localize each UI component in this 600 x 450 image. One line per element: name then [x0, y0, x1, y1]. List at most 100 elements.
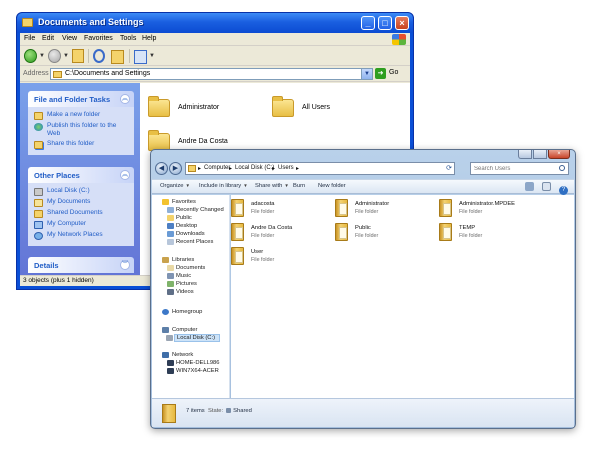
address-input[interactable]: C:\Documents and Settings ▼	[50, 68, 373, 80]
folder-icon	[335, 199, 348, 217]
breadcrumb-separator[interactable]: ▸	[198, 165, 201, 172]
nav-favorites[interactable]: Favorites	[162, 199, 196, 205]
close-button[interactable]: ×	[548, 150, 570, 159]
include-in-library-button[interactable]: Include in library ▼	[199, 183, 248, 189]
help-icon[interactable]: ?	[559, 186, 568, 195]
expand-icon[interactable]: ︾	[120, 260, 130, 270]
task-label: Share this folder	[47, 140, 95, 147]
organize-button[interactable]: Organize ▼	[160, 183, 190, 189]
panel-header[interactable]: File and Folder Tasks ︽	[28, 91, 134, 107]
file-type: File folder	[355, 209, 379, 215]
panel-title: Details	[34, 261, 59, 270]
nav-documents[interactable]: Documents	[167, 265, 205, 271]
chevron-down-icon[interactable]: ▼	[63, 53, 69, 59]
nav-local-disk[interactable]: Local Disk (C:)	[166, 334, 221, 342]
breadcrumb-separator[interactable]: ▸	[296, 165, 299, 172]
nav-computer[interactable]: Computer	[162, 327, 197, 333]
nav-videos[interactable]: Videos	[167, 289, 194, 295]
file-name: Public	[355, 225, 371, 231]
folder-label: All Users	[302, 104, 331, 111]
maximize-button[interactable]: □	[378, 16, 392, 30]
folders-icon[interactable]	[111, 50, 124, 64]
breadcrumb-separator[interactable]: ▸	[229, 165, 232, 172]
nav-music[interactable]: Music	[167, 273, 191, 279]
libraries-icon	[162, 257, 169, 263]
breadcrumb[interactable]: ▸ Computer ▸ Local Disk (C:) ▸ Users ▸ ⟳	[185, 162, 455, 175]
preview-pane-icon[interactable]	[542, 182, 552, 191]
place-local-disk[interactable]: Local Disk (C:)	[34, 187, 130, 198]
go-button[interactable]: ➜ Go	[375, 68, 407, 80]
breadcrumb-separator[interactable]: ▸	[272, 165, 275, 172]
breadcrumb-local-disk[interactable]: Local Disk (C:)	[235, 165, 274, 171]
task-publish-folder[interactable]: Publish this folder to the Web	[34, 122, 130, 140]
menu-file[interactable]: File	[24, 35, 35, 42]
details-pane: 7 items State: Shared	[152, 398, 574, 427]
place-my-documents[interactable]: My Documents	[34, 198, 130, 209]
menu-help[interactable]: Help	[142, 35, 156, 42]
panel-header[interactable]: Details ︾	[28, 257, 134, 273]
nav-label: Public	[176, 215, 192, 221]
globe-icon	[34, 123, 43, 131]
place-my-computer[interactable]: My Computer	[34, 220, 130, 231]
search-input[interactable]	[471, 163, 554, 174]
nav-label: Libraries	[172, 257, 195, 263]
chevron-down-icon[interactable]: ▼	[39, 53, 45, 59]
place-shared-documents[interactable]: Shared Documents	[34, 209, 130, 220]
menu-edit[interactable]: Edit	[42, 35, 54, 42]
menu-tools[interactable]: Tools	[120, 35, 136, 42]
nav-label: Desktop	[176, 223, 198, 229]
search-box[interactable]	[470, 162, 569, 175]
chevron-down-icon[interactable]: ▼	[149, 53, 155, 59]
nav-public[interactable]: Public	[167, 215, 192, 221]
nav-label: Downloads	[176, 231, 205, 237]
burn-button[interactable]: Burn	[293, 183, 305, 189]
panel-header[interactable]: Other Places ︽	[28, 167, 134, 183]
breadcrumb-users[interactable]: Users	[278, 165, 294, 171]
status-text: 3 objects (plus 1 hidden)	[23, 277, 94, 284]
forward-button[interactable]: ▶	[169, 162, 182, 175]
minimize-button[interactable]: _	[361, 16, 375, 30]
breadcrumb-computer[interactable]: Computer	[204, 165, 230, 171]
folder-icon	[22, 18, 33, 27]
change-view-icon[interactable]	[525, 182, 535, 191]
search-icon[interactable]	[93, 49, 105, 63]
collapse-icon[interactable]: ︽	[120, 170, 130, 180]
folder-icon	[162, 404, 176, 423]
xp-title-bar[interactable]: Documents and Settings _ □ ×	[17, 13, 413, 33]
nav-pictures[interactable]: Pictures	[167, 281, 197, 287]
menu-view[interactable]: View	[62, 35, 77, 42]
views-icon[interactable]	[134, 50, 147, 64]
nav-homegroup[interactable]: Homegroup	[162, 309, 202, 315]
homegroup-icon	[162, 309, 169, 315]
share-with-button[interactable]: Share with ▼	[255, 183, 289, 189]
menu-favorites[interactable]: Favorites	[84, 35, 113, 42]
nav-recent-places[interactable]: Recent Places	[167, 239, 213, 245]
shared-icon	[226, 408, 232, 413]
address-dropdown-button[interactable]: ▼	[361, 69, 372, 79]
minimize-button[interactable]	[518, 150, 532, 159]
file-type: File folder	[459, 233, 483, 239]
nav-desktop[interactable]: Desktop	[167, 223, 198, 229]
nav-network-host[interactable]: HOME-DELL986	[167, 360, 220, 366]
task-share-folder[interactable]: Share this folder	[34, 140, 130, 151]
close-button[interactable]: ×	[395, 16, 409, 30]
nav-downloads[interactable]: Downloads	[167, 231, 205, 237]
nav-recently-changed[interactable]: Recently Changed	[167, 207, 224, 213]
refresh-icon[interactable]: ⟳	[446, 164, 452, 172]
collapse-icon[interactable]: ︽	[120, 94, 130, 104]
task-make-new-folder[interactable]: Make a new folder	[34, 111, 130, 122]
folder-label: Andre Da Costa	[178, 138, 228, 145]
back-button[interactable]: ◀	[155, 162, 168, 175]
new-folder-button[interactable]: New folder	[318, 183, 346, 189]
nav-network[interactable]: Network	[162, 352, 193, 358]
nav-libraries[interactable]: Libraries	[162, 257, 195, 263]
address-value: C:\Documents and Settings	[65, 70, 151, 77]
maximize-button[interactable]	[533, 150, 547, 159]
search-icon[interactable]	[559, 165, 565, 171]
nav-network-host[interactable]: WIN7X64-ACER	[167, 368, 219, 374]
file-folder-tasks-panel: File and Folder Tasks ︽ Make a new folde…	[28, 91, 134, 155]
forward-button[interactable]	[48, 49, 61, 63]
place-my-network-places[interactable]: My Network Places	[34, 231, 130, 242]
back-button[interactable]	[24, 49, 37, 63]
up-folder-icon[interactable]	[72, 49, 84, 63]
